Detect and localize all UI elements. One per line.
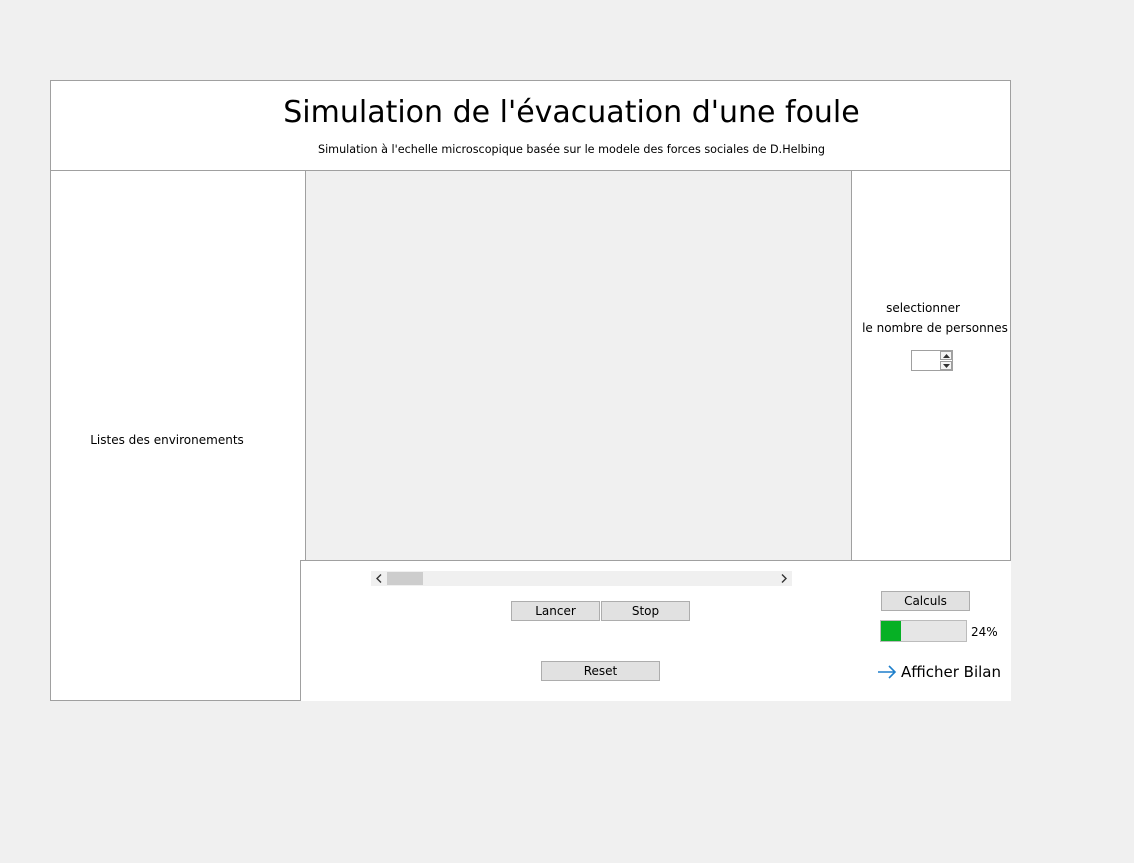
reset-button[interactable]: Reset [541, 661, 660, 681]
scrollbar-thumb[interactable] [387, 572, 423, 585]
triangle-up-icon [942, 353, 950, 358]
horizontal-scrollbar[interactable] [371, 571, 792, 586]
select-label: selectionner [886, 301, 960, 315]
progress-percent-label: 24% [971, 625, 998, 639]
page-subtitle: Simulation à l'echelle microscopique bas… [317, 143, 826, 156]
persons-count-input[interactable] [912, 351, 940, 370]
persons-count-label: le nombre de personnes [862, 321, 1008, 335]
calculs-button[interactable]: Calculs [881, 591, 970, 611]
persons-count-stepper[interactable] [911, 350, 953, 371]
lancer-button[interactable]: Lancer [511, 601, 600, 621]
spin-up-button[interactable] [940, 351, 952, 360]
environment-list-panel[interactable]: Listes des environements [51, 171, 306, 700]
afficher-bilan-label: Afficher Bilan [901, 663, 1002, 681]
main-window: Simulation de l'évacuation d'une foule S… [50, 80, 1011, 701]
scroll-right-button[interactable] [776, 571, 792, 586]
settings-panel: selectionner le nombre de personnes [851, 171, 1010, 561]
afficher-bilan-link[interactable]: Afficher Bilan [877, 661, 1001, 683]
triangle-down-icon [942, 363, 950, 368]
page-title: Simulation de l'évacuation d'une foule [283, 95, 860, 130]
environment-list-label: Listes des environements [90, 433, 244, 447]
arrow-right-icon [877, 664, 897, 680]
stop-button[interactable]: Stop [601, 601, 690, 621]
spin-down-button[interactable] [940, 361, 952, 370]
header: Simulation de l'évacuation d'une foule S… [51, 81, 1010, 171]
progress-bar-fill [881, 621, 901, 641]
scroll-left-button[interactable] [371, 571, 387, 586]
progress-bar [880, 620, 967, 642]
chevron-left-icon [376, 574, 382, 583]
simulation-canvas[interactable] [306, 171, 851, 561]
controls-panel: Lancer Stop Reset Calculs 24% Afficher B… [300, 560, 1011, 701]
chevron-right-icon [781, 574, 787, 583]
